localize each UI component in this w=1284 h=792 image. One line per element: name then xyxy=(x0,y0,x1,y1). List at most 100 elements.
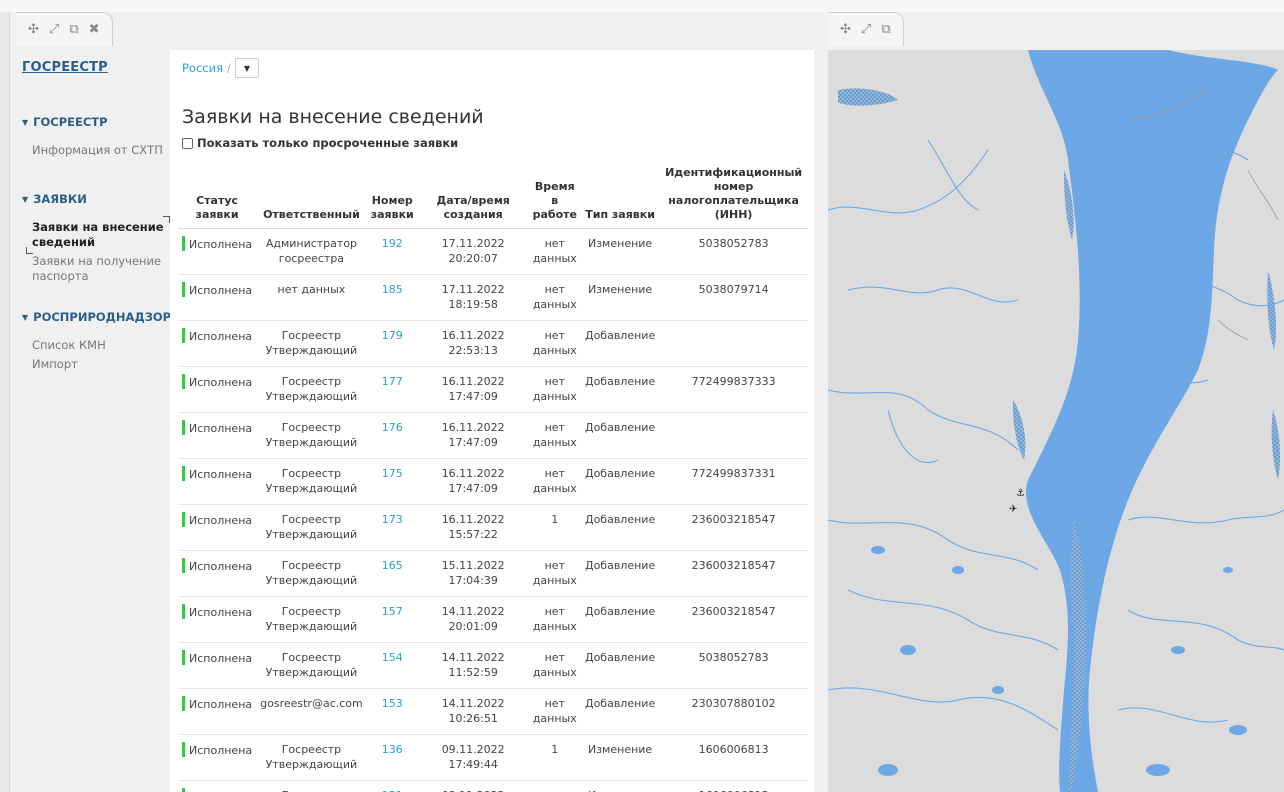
table-row[interactable]: ИсполненаГосреестр13108.11.2022 18:16:29… xyxy=(178,780,808,792)
table-row[interactable]: Исполнена Госреестр Утверждающий 177 16.11.… xyxy=(178,366,808,413)
list-panel: ✣ ⤢ ⧉ ✖ ГОСРЕЕСТР ▼ ГОСРЕЕСТР Информация… xyxy=(12,12,826,792)
sidebar: ГОСРЕЕСТР ▼ ГОСРЕЕСТР Информация от СХТП… xyxy=(12,50,172,792)
status-indicator xyxy=(182,420,185,435)
responsible-cell: Госреестр Утверждающий xyxy=(256,734,367,781)
request-number-link[interactable]: 185 xyxy=(382,283,403,296)
number-cell: 131 xyxy=(366,780,418,792)
overdue-filter[interactable]: Показать только просроченные заявки xyxy=(182,136,458,150)
time-in-work-cell: нет данных xyxy=(528,274,581,321)
table-row[interactable]: Исполнена Госреестр Утверждающий 154 14.11.… xyxy=(178,642,808,689)
time-in-work-cell: нет данных xyxy=(528,596,581,643)
responsible-cell: Госреестр Утверждающий xyxy=(256,504,367,551)
header-created[interactable]: Дата/время создания xyxy=(417,166,529,229)
created-cell: 17.11.2022 18:19:58 xyxy=(417,274,529,321)
request-number-link[interactable]: 136 xyxy=(382,743,403,756)
status-cell: Исполнена xyxy=(178,550,257,597)
sidebar-item-import[interactable]: Импорт xyxy=(32,357,168,372)
anchor-icon[interactable]: ⚓ xyxy=(1016,488,1025,499)
request-number-link[interactable]: 177 xyxy=(382,375,403,388)
type-cell: Добавление xyxy=(580,366,660,413)
table-row[interactable]: Исполнена Госреестр Утверждающий 157 14.11.… xyxy=(178,596,808,643)
number-cell: 179 xyxy=(366,320,418,367)
status-cell: Исполнена xyxy=(178,228,257,275)
table-row[interactable]: Исполнена Госреестр Утверждающий 175 16.11.… xyxy=(178,458,808,505)
table-row[interactable]: Исполнена Администратор госреестра 192 17.1… xyxy=(178,228,808,275)
sidebar-item-skhtp-info[interactable]: Информация от СХТП xyxy=(32,143,168,158)
status-text: Исполнена xyxy=(189,744,253,757)
request-number-link[interactable]: 157 xyxy=(382,605,403,618)
breadcrumb-dropdown-button[interactable]: ▼ xyxy=(234,58,259,78)
popout-icon[interactable]: ⧉ xyxy=(69,23,78,36)
breadcrumb-root-link[interactable]: Россия xyxy=(182,61,223,75)
created-cell: 14.11.2022 11:52:59 xyxy=(417,642,529,689)
move-icon[interactable]: ✣ xyxy=(840,23,851,36)
expand-icon[interactable]: ⤢ xyxy=(49,23,59,36)
created-cell: 17.11.2022 20:20:07 xyxy=(417,228,529,275)
breadcrumb-separator: / xyxy=(227,61,231,75)
request-number-link[interactable]: 154 xyxy=(382,651,403,664)
number-cell: 192 xyxy=(366,228,418,275)
land-east xyxy=(1088,50,1284,792)
request-number-link[interactable]: 179 xyxy=(382,329,403,342)
time-in-work-cell: нет данных xyxy=(528,412,581,459)
sidebar-section-rosprirodnadzor[interactable]: ▼ РОСПРИРОДНАДЗОР xyxy=(22,310,172,324)
sidebar-item-kmn-list[interactable]: Список КМН xyxy=(32,338,168,353)
window-top-strip xyxy=(0,0,1284,12)
created-cell: 09.11.2022 17:49:44 xyxy=(417,734,529,781)
inn-cell: 236003218547 xyxy=(659,550,808,597)
sidebar-item-data-requests[interactable]: Заявки на внесение сведений xyxy=(26,216,170,254)
request-number-link[interactable]: 192 xyxy=(382,237,403,250)
created-cell: 16.11.2022 17:47:09 xyxy=(417,412,529,459)
number-cell: 173 xyxy=(366,504,418,551)
request-number-link[interactable]: 176 xyxy=(382,421,403,434)
request-number-link[interactable]: 173 xyxy=(382,513,403,526)
status-cell: Исполнена xyxy=(178,366,257,413)
sidebar-section-label: РОСПРИРОДНАДЗОР xyxy=(33,310,172,324)
type-cell: Изменение xyxy=(580,228,660,275)
responsible-cell: Госреестр Утверждающий xyxy=(256,412,367,459)
table-row[interactable]: Исполнена Госреестр Утверждающий 136 09.11.… xyxy=(178,734,808,781)
table-header-row: Статус заявки Ответственный Номер заявки… xyxy=(178,166,808,229)
airport-icon[interactable]: ✈ xyxy=(1009,504,1017,515)
request-number-link[interactable]: 153 xyxy=(382,697,403,710)
status-indicator xyxy=(182,466,185,481)
table-row[interactable]: Исполнена Госреестр Утверждающий 173 16.11.… xyxy=(178,504,808,551)
expand-icon[interactable]: ⤢ xyxy=(861,23,871,36)
close-icon[interactable]: ✖ xyxy=(89,23,100,36)
header-responsible[interactable]: Ответственный xyxy=(256,166,367,229)
chevron-down-icon: ▼ xyxy=(22,312,29,322)
header-inn[interactable]: Идентификационный номер налогоплательщик… xyxy=(659,166,808,229)
table-row[interactable]: Исполнена Госреестр Утверждающий 179 16.11.… xyxy=(178,320,808,367)
table-row[interactable]: Исполнена нет данных 185 17.11.2022 18:19:5… xyxy=(178,274,808,321)
popout-icon[interactable]: ⧉ xyxy=(881,23,890,36)
move-icon[interactable]: ✣ xyxy=(28,23,39,36)
request-number-link[interactable]: 175 xyxy=(382,467,403,480)
table-row[interactable]: Исполнена Госреестр Утверждающий 176 16.11.… xyxy=(178,412,808,459)
overdue-filter-checkbox[interactable] xyxy=(182,137,193,149)
main-content: Россия / ▼ Заявки на внесение сведений П… xyxy=(170,50,814,792)
header-number[interactable]: Номер заявки xyxy=(366,166,418,229)
requests-table: Статус заявки Ответственный Номер заявки… xyxy=(178,166,808,792)
header-type[interactable]: Тип заявки xyxy=(580,166,660,229)
table-row[interactable]: Исполнена gosreestr@ac.com 153 14.11.2022 1… xyxy=(178,688,808,735)
map-canvas[interactable]: ⚓ ✈ xyxy=(828,50,1284,792)
status-indicator xyxy=(182,650,185,665)
status-cell: Исполнена xyxy=(178,596,257,643)
type-cell: Добавление xyxy=(580,642,660,689)
responsible-cell: Госреестр Утверждающий xyxy=(256,642,367,689)
table-row[interactable]: Исполнена Госреестр Утверждающий 165 15.11.… xyxy=(178,550,808,597)
brand-link[interactable]: ГОСРЕЕСТР xyxy=(22,60,168,75)
header-status[interactable]: Статус заявки xyxy=(178,166,257,229)
created-cell: 16.11.2022 22:53:13 xyxy=(417,320,529,367)
request-number-link[interactable]: 165 xyxy=(382,559,403,572)
inn-cell: 230307880102 xyxy=(659,688,808,735)
type-cell: Добавление xyxy=(580,550,660,597)
sidebar-section-gosreestr[interactable]: ▼ ГОСРЕЕСТР xyxy=(22,115,168,129)
sidebar-section-zayavki[interactable]: ▼ ЗАЯВКИ xyxy=(22,192,168,206)
time-in-work-cell: 1 xyxy=(528,734,581,781)
map-view[interactable]: ⚓ ✈ xyxy=(828,50,1284,792)
number-cell: 157 xyxy=(366,596,418,643)
header-time-in-work[interactable]: Время в работе xyxy=(528,166,581,229)
sidebar-item-passport-requests[interactable]: Заявки на получение паспорта xyxy=(32,254,168,284)
status-text: Исполнена xyxy=(189,376,253,389)
